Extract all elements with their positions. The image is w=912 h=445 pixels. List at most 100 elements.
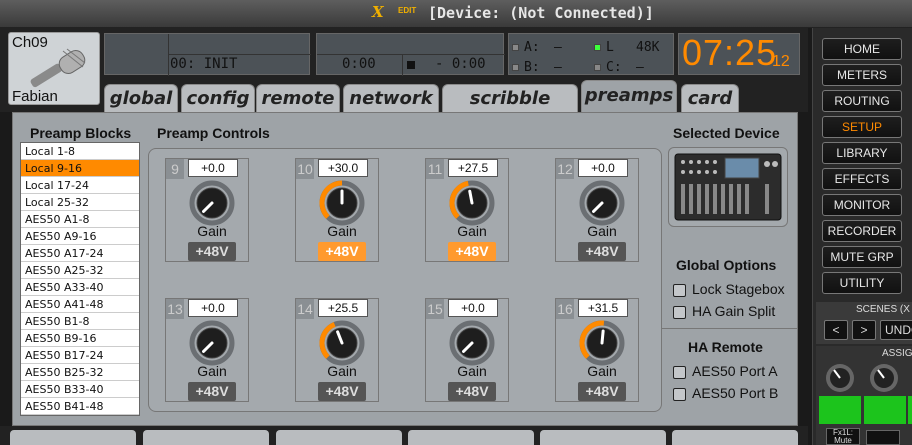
gain-value-field[interactable]: +25.5 [318,299,368,317]
preamp-block-item[interactable]: AES50 A9-16 [21,228,139,245]
gain-value-field[interactable]: +0.0 [188,159,238,177]
nav-button-monitor[interactable]: MONITOR [822,194,902,216]
channel-number: 11 [426,159,444,179]
nav-button-routing[interactable]: ROUTING [822,90,902,112]
nav-button-library[interactable]: LIBRARY [822,142,902,164]
preamp-block-item[interactable]: AES50 A33-40 [21,279,139,296]
phantom-power-button[interactable]: +48V [578,242,626,261]
preamp-block-item[interactable]: Local 1-8 [21,143,139,160]
gain-knob[interactable] [447,320,497,366]
preamp-block-item[interactable]: AES50 B17-24 [21,347,139,364]
bottom-tab[interactable] [143,430,269,445]
tab-config[interactable]: config [181,84,255,112]
bottom-tab[interactable] [408,430,534,445]
phantom-power-button[interactable]: +48V [578,382,626,401]
assign-button-3[interactable] [908,396,912,424]
tab-remote[interactable]: remote [256,84,340,112]
phantom-power-button[interactable]: +48V [448,382,496,401]
nav-button-setup[interactable]: SETUP [822,116,902,138]
preamp-block-item[interactable]: AES50 A41-48 [21,296,139,313]
nav-button-mute-grp[interactable]: MUTE GRP [822,246,902,268]
gain-knob[interactable] [187,320,237,366]
checkbox[interactable] [673,388,686,401]
preamp-block-item[interactable]: AES50 A17-24 [21,245,139,262]
time-remaining: - 0:00 [435,56,486,72]
gain-label: Gain [587,363,617,379]
bottom-tab[interactable] [10,430,136,445]
scene-next-button[interactable]: > [852,320,876,340]
preamp-block-item[interactable]: AES50 B41-48 [21,398,139,415]
gain-knob[interactable] [577,320,627,366]
channel-strip-display[interactable]: Ch09 Fabian [8,32,100,105]
nav-button-recorder[interactable]: RECORDER [822,220,902,242]
divider [662,328,798,329]
tab-card[interactable]: card [681,84,739,112]
phantom-power-button[interactable]: +48V [188,382,236,401]
gain-value-field[interactable]: +30.0 [318,159,368,177]
nav-button-utility[interactable]: UTILITY [822,272,902,294]
channel-number: 9 [166,159,184,179]
preamp-block-item[interactable]: AES50 A1-8 [21,211,139,228]
channel-number: 13 [166,299,184,319]
option-label: AES50 Port A [692,363,778,379]
preamp-block-item[interactable]: AES50 A25-32 [21,262,139,279]
gain-value-field[interactable]: +0.0 [188,299,238,317]
time-elapsed: 0:00 [342,56,376,72]
bottom-tab[interactable] [276,430,402,445]
selected-device-image [668,147,788,227]
phantom-power-button[interactable]: +48V [318,242,366,261]
tab-preamps[interactable]: preamps [581,80,677,112]
gain-value-field[interactable]: +31.5 [578,299,628,317]
assign-slot[interactable] [866,430,900,445]
channel-number: 16 [556,299,574,319]
scene-undo-button[interactable]: UNDO [880,320,912,340]
option-label: Lock Stagebox [692,281,785,297]
nav-button-effects[interactable]: EFFECTS [822,168,902,190]
bottom-tab[interactable] [540,430,666,445]
preamp-block-item[interactable]: Local 9-16 [21,160,139,177]
sync-led-icon [594,44,601,51]
sync-value: – [636,60,644,75]
preamp-block-item[interactable]: AES50 B9-16 [21,330,139,347]
nav-button-home[interactable]: HOME [822,38,902,60]
app-logo: X [372,3,384,21]
gain-knob[interactable] [317,320,367,366]
preamp-blocks-header: Preamp Blocks [30,125,132,141]
gain-knob[interactable] [447,180,497,226]
tab-scribble-strip[interactable]: scribble strip [442,84,578,137]
tab-global[interactable]: global [104,84,178,112]
mixer-device-icon [674,153,782,221]
tab-network[interactable]: network [343,84,439,112]
phantom-power-button[interactable]: +48V [448,242,496,261]
scene-prev-button[interactable]: < [824,320,848,340]
nav-button-meters[interactable]: METERS [822,64,902,86]
microphone-icon [30,48,86,88]
checkbox[interactable] [673,306,686,319]
ha-remote-header: HA Remote [688,339,763,355]
checkbox[interactable] [673,366,686,379]
gain-value-field[interactable]: +27.5 [448,159,498,177]
gain-label: Gain [457,223,487,239]
assign-button-2[interactable] [864,396,906,424]
gain-knob[interactable] [187,180,237,226]
preamp-block-item[interactable]: AES50 B1-8 [21,313,139,330]
preamp-block-item[interactable]: Local 17-24 [21,177,139,194]
phantom-power-button[interactable]: +48V [188,242,236,261]
preamp-block-item[interactable]: Local 25-32 [21,194,139,211]
assign-button-1[interactable] [819,396,861,424]
assign-knobs [826,364,898,392]
checkbox[interactable] [673,284,686,297]
stop-icon [407,61,415,69]
preamp-block-item[interactable]: AES50 B33-40 [21,381,139,398]
gain-knob[interactable] [577,180,627,226]
bottom-tab[interactable] [672,430,798,445]
preamp-block-item[interactable]: AES50 B25-32 [21,364,139,381]
preamp-blocks-list[interactable]: Local 1-8 Local 9-16 Local 17-24 Local 25-3… [20,142,140,416]
sync-label: C: [606,60,622,75]
gain-value-field[interactable]: +0.0 [578,159,628,177]
sync-value: 48K [636,40,660,55]
gain-value-field[interactable]: +0.0 [448,299,498,317]
phantom-power-button[interactable]: +48V [318,382,366,401]
gain-knob[interactable] [317,180,367,226]
channel-number: 15 [426,299,444,319]
